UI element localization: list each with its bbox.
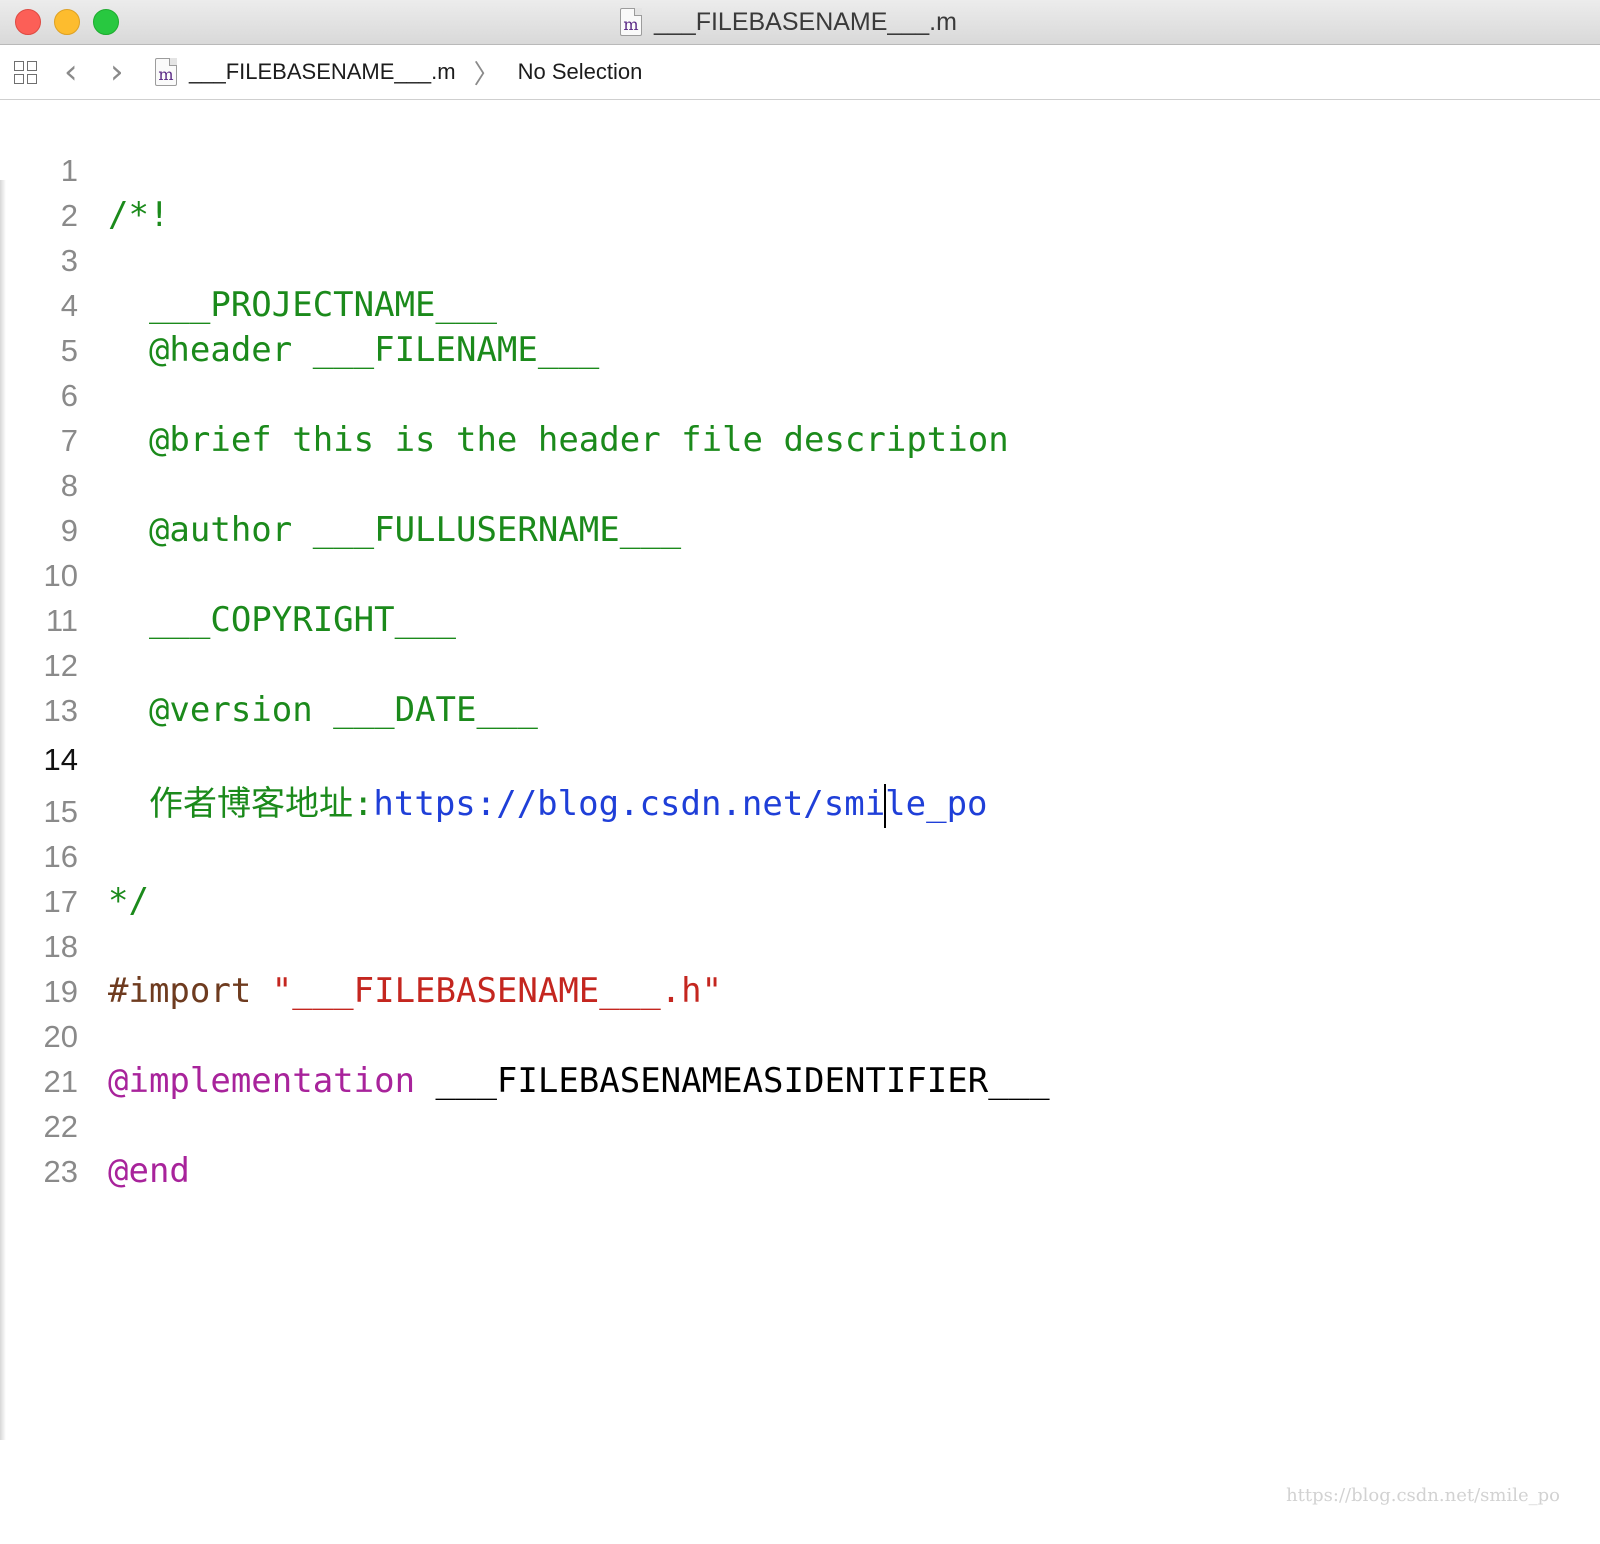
breadcrumb: m ___FILEBASENAME___.m 〉 No Selection <box>155 45 642 99</box>
breadcrumb-selection[interactable]: No Selection <box>518 59 643 85</box>
code-line[interactable]: 13 <box>0 643 1600 728</box>
code-line[interactable]: 2 <box>0 148 1600 233</box>
code-line[interactable]: 15 <box>0 744 1600 829</box>
code-line[interactable]: 6 @brief this is the header file descrip… <box>0 328 1600 460</box>
window-title: m ___FILEBASENAME___.m <box>620 6 957 38</box>
code-line[interactable]: 10 ___COPYRIGHT___ <box>0 508 1600 640</box>
code-line[interactable]: 18 #import "___FILEBASENAME___.h" <box>0 879 1600 1011</box>
code-line[interactable]: 19 <box>0 924 1600 1009</box>
code-line[interactable]: 1 /*! <box>0 103 1600 235</box>
line-number: 23 <box>43 1154 78 1189</box>
code-line[interactable]: 21 <box>0 1014 1600 1099</box>
title-bar: m ___FILEBASENAME___.m <box>0 0 1600 45</box>
chevron-right-icon: › <box>110 52 124 92</box>
code-line[interactable]: 20 @implementation ___FILEBASENAMEASIDEN… <box>0 969 1600 1101</box>
code-line[interactable]: 7 <box>0 373 1600 458</box>
code-line[interactable]: 12 @version ___DATE___ <box>0 598 1600 730</box>
minimize-window-button[interactable] <box>54 9 80 35</box>
window-title-text: ___FILEBASENAME___.m <box>654 7 957 36</box>
xcode-editor-window: m ___FILEBASENAME___.m ‹ › m ___FILEBASE… <box>0 0 1600 1544</box>
breadcrumb-file[interactable]: ___FILEBASENAME___.m <box>189 59 456 85</box>
code-line[interactable]: 3 ___PROJECTNAME___ <box>0 193 1600 325</box>
code-line[interactable]: 4 @header ___FILENAME___ <box>0 238 1600 370</box>
navigate-back-button[interactable]: ‹ <box>64 45 78 99</box>
code-line[interactable]: 5 <box>0 283 1600 368</box>
code-line[interactable]: 8 @author ___FULLUSERNAME___ <box>0 418 1600 550</box>
grid-icon <box>14 60 37 84</box>
navigate-forward-button[interactable]: › <box>110 45 124 99</box>
code-line[interactable]: 22 @end <box>0 1059 1600 1191</box>
close-window-button[interactable] <box>15 9 41 35</box>
objc-file-icon: m <box>155 58 177 86</box>
watermark: https://blog.csdn.net/smile_po <box>1286 1485 1560 1506</box>
code-line[interactable]: 17 <box>0 834 1600 919</box>
code-line[interactable]: 16 */ <box>0 789 1600 921</box>
objc-file-icon: m <box>620 8 642 36</box>
related-items-button[interactable] <box>14 45 42 99</box>
code-line[interactable]: 9 <box>0 463 1600 548</box>
code-line-current[interactable]: 14 作者博客地址:https://blog.csdn.net/smile_po <box>0 692 1600 828</box>
code-line[interactable]: 11 <box>0 553 1600 638</box>
chevron-left-icon: ‹ <box>64 52 78 92</box>
jump-bar: ‹ › m ___FILEBASENAME___.m 〉 No Selectio… <box>0 45 1600 100</box>
code-line[interactable]: 23 <box>0 1104 1600 1189</box>
breadcrumb-separator: 〉 <box>473 58 500 89</box>
source-editor[interactable]: 1 /*! 2 3 ___PROJECTNAME___ 4 @header __… <box>0 100 1600 1544</box>
zoom-window-button[interactable] <box>93 9 119 35</box>
